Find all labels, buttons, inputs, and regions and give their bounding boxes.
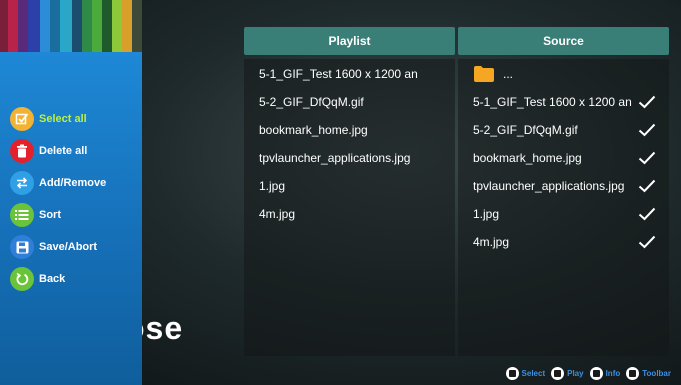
menu-item-save-abort[interactable]: Save/Abort bbox=[10, 234, 97, 260]
side-menu: Select all Delete all Add/Remove Sort Sa… bbox=[0, 52, 142, 385]
playlist-item[interactable]: 5-1_GIF_Test 1600 x 1200 an bbox=[259, 64, 449, 84]
playlist-item[interactable]: 5-2_GIF_DfQqM.gif bbox=[259, 92, 449, 112]
menu-item-select-all[interactable]: Select all bbox=[10, 106, 87, 132]
checkmark-icon bbox=[638, 235, 656, 249]
checkmark-icon bbox=[638, 95, 656, 109]
source-panel: ... 5-1_GIF_Test 1600 x 1200 an 5-2_GIF_… bbox=[458, 59, 669, 356]
playlist-header: Playlist bbox=[244, 27, 455, 55]
menu-label: Back bbox=[39, 273, 66, 285]
menu-label: Delete all bbox=[39, 145, 88, 157]
menu-label: Save/Abort bbox=[39, 241, 98, 253]
trash-icon bbox=[10, 139, 34, 163]
source-item[interactable]: tpvlauncher_applications.jpg bbox=[473, 176, 633, 196]
checkmark-icon bbox=[638, 123, 656, 137]
checkmark-icon bbox=[638, 207, 656, 221]
menu-item-delete-all[interactable]: Delete all bbox=[10, 138, 87, 164]
source-header: Source bbox=[458, 27, 669, 55]
ok-key-icon bbox=[505, 366, 519, 380]
playlist-item[interactable]: 1.jpg bbox=[259, 176, 449, 196]
remote-key-hints: Select Play Info Toolbar bbox=[500, 366, 671, 380]
playlist-panel: 5-1_GIF_Test 1600 x 1200 an 5-2_GIF_DfQq… bbox=[244, 59, 455, 356]
swap-icon bbox=[10, 171, 34, 195]
parent-folder-row[interactable]: ... bbox=[473, 64, 663, 84]
playlist-editor-screen: ose Select all Delete all Add/Remove Sor… bbox=[0, 0, 681, 385]
hint-label: Select bbox=[521, 368, 546, 378]
checkmark-icon bbox=[638, 151, 656, 165]
play-key-icon bbox=[551, 366, 565, 380]
menu-item-sort[interactable]: Sort bbox=[10, 202, 61, 228]
menu-item-back[interactable]: Back bbox=[10, 266, 65, 292]
menu-label: Sort bbox=[39, 209, 61, 221]
playlist-item[interactable]: tpvlauncher_applications.jpg bbox=[259, 148, 449, 168]
menu-label: Add/Remove bbox=[39, 177, 107, 189]
source-item[interactable]: bookmark_home.jpg bbox=[473, 148, 633, 168]
select-all-icon bbox=[10, 107, 34, 131]
hint-label: Toolbar bbox=[642, 368, 671, 378]
source-item[interactable]: 1.jpg bbox=[473, 204, 633, 224]
playlist-item[interactable]: 4m.jpg bbox=[259, 204, 449, 224]
decorative-stripes bbox=[0, 0, 142, 52]
source-item[interactable]: 4m.jpg bbox=[473, 232, 633, 252]
back-icon bbox=[10, 267, 34, 291]
toolbar-key-icon bbox=[626, 366, 640, 380]
menu-item-add-remove[interactable]: Add/Remove bbox=[10, 170, 106, 196]
folder-icon bbox=[474, 66, 494, 82]
save-icon bbox=[10, 235, 34, 259]
parent-folder-label: ... bbox=[503, 67, 514, 81]
source-item[interactable]: 5-2_GIF_DfQqM.gif bbox=[473, 120, 633, 140]
playlist-item[interactable]: bookmark_home.jpg bbox=[259, 120, 449, 140]
source-item[interactable]: 5-1_GIF_Test 1600 x 1200 an bbox=[473, 92, 633, 112]
checkmark-icon bbox=[638, 179, 656, 193]
info-key-icon bbox=[589, 366, 603, 380]
list-icon bbox=[10, 203, 34, 227]
hint-label: Info bbox=[605, 368, 621, 378]
menu-label: Select all bbox=[39, 113, 87, 125]
hint-label: Play bbox=[567, 368, 584, 378]
